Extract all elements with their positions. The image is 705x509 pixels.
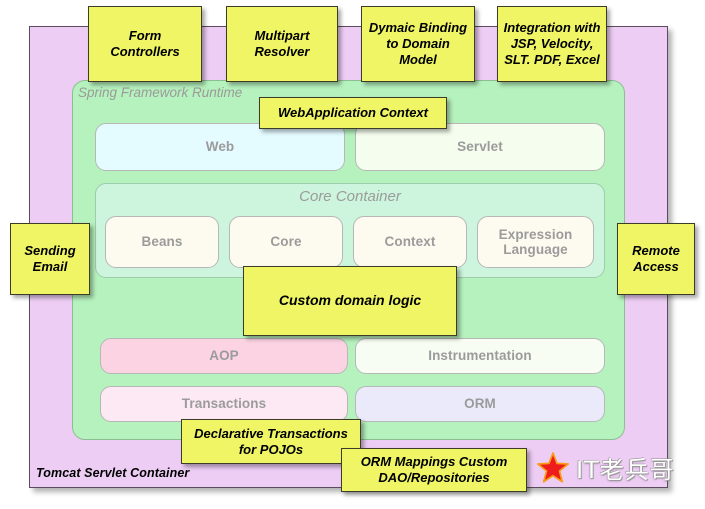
note-dynamic-binding-label: Dymaic Binding to Domain Model [368, 20, 468, 67]
module-expression-language-label: Expression Language [498, 226, 573, 257]
watermark: IT老兵哥 [536, 450, 675, 485]
module-core-label: Core [270, 234, 302, 250]
note-integration-view-technologies-label: Integration with JSP, Velocity, SLT. PDF… [503, 20, 601, 67]
note-sending-email-label: Sending Email [24, 243, 76, 274]
module-instrumentation: Instrumentation [355, 338, 605, 374]
note-multipart-resolver-label: Multipart Resolver [254, 28, 310, 59]
note-orm-mappings-label: ORM Mappings Custom DAO/Repositories [360, 454, 508, 485]
module-expression-language: Expression Language [477, 216, 594, 268]
module-beans-label: Beans [141, 234, 183, 250]
note-sending-email[interactable]: Sending Email [10, 223, 90, 295]
note-declarative-transactions[interactable]: Declarative Transactions for POJOs [181, 419, 361, 464]
module-core: Core [229, 216, 343, 268]
module-aop-label: AOP [209, 348, 239, 364]
spring-framework-runtime-label: Spring Framework Runtime [78, 85, 243, 100]
watermark-text: IT老兵哥 [576, 456, 675, 484]
module-beans: Beans [105, 216, 219, 268]
module-servlet-label: Servlet [457, 139, 503, 155]
module-web-label: Web [205, 139, 235, 155]
note-declarative-transactions-label: Declarative Transactions for POJOs [194, 425, 348, 457]
note-form-controllers-label: Form Controllers [110, 28, 180, 59]
module-context-label: Context [384, 234, 436, 250]
tomcat-servlet-container-label: Tomcat Servlet Container [36, 466, 190, 480]
module-transactions: Transactions [100, 386, 348, 422]
note-remote-access-label: Remote Access [632, 243, 680, 274]
note-remote-access[interactable]: Remote Access [617, 223, 695, 295]
note-webapplication-context-label: WebApplication Context [278, 105, 428, 121]
diagram-canvas: Spring Framework Runtime Web Servlet Cor… [0, 0, 705, 509]
module-orm-label: ORM [464, 396, 496, 412]
note-webapplication-context[interactable]: WebApplication Context [259, 97, 447, 129]
note-form-controllers[interactable]: Form Controllers [88, 6, 202, 82]
module-aop: AOP [100, 338, 348, 374]
module-servlet: Servlet [355, 123, 605, 171]
note-dynamic-binding[interactable]: Dymaic Binding to Domain Model [361, 6, 475, 82]
module-web: Web [95, 123, 345, 171]
note-custom-domain-logic-label: Custom domain logic [278, 292, 422, 309]
module-instrumentation-label: Instrumentation [428, 348, 532, 364]
module-orm: ORM [355, 386, 605, 422]
note-orm-mappings[interactable]: ORM Mappings Custom DAO/Repositories [341, 448, 527, 492]
module-transactions-label: Transactions [181, 396, 267, 412]
note-multipart-resolver[interactable]: Multipart Resolver [226, 6, 338, 82]
note-custom-domain-logic[interactable]: Custom domain logic [243, 266, 457, 336]
module-context: Context [353, 216, 467, 268]
star-icon [537, 451, 569, 483]
note-integration-view-technologies[interactable]: Integration with JSP, Velocity, SLT. PDF… [497, 6, 607, 82]
core-container-label: Core Container [299, 188, 401, 205]
